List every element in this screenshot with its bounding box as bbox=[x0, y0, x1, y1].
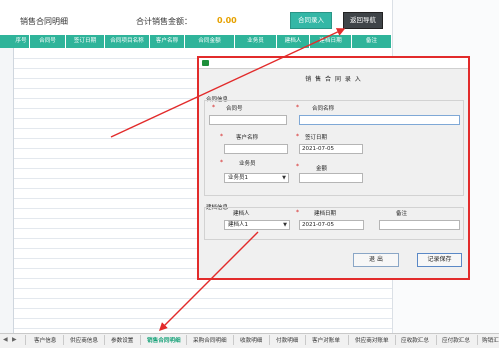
arrow-to-back-button bbox=[110, 28, 346, 138]
annotation-arrows bbox=[110, 28, 346, 331]
arrow-to-sales-tab bbox=[159, 231, 259, 331]
